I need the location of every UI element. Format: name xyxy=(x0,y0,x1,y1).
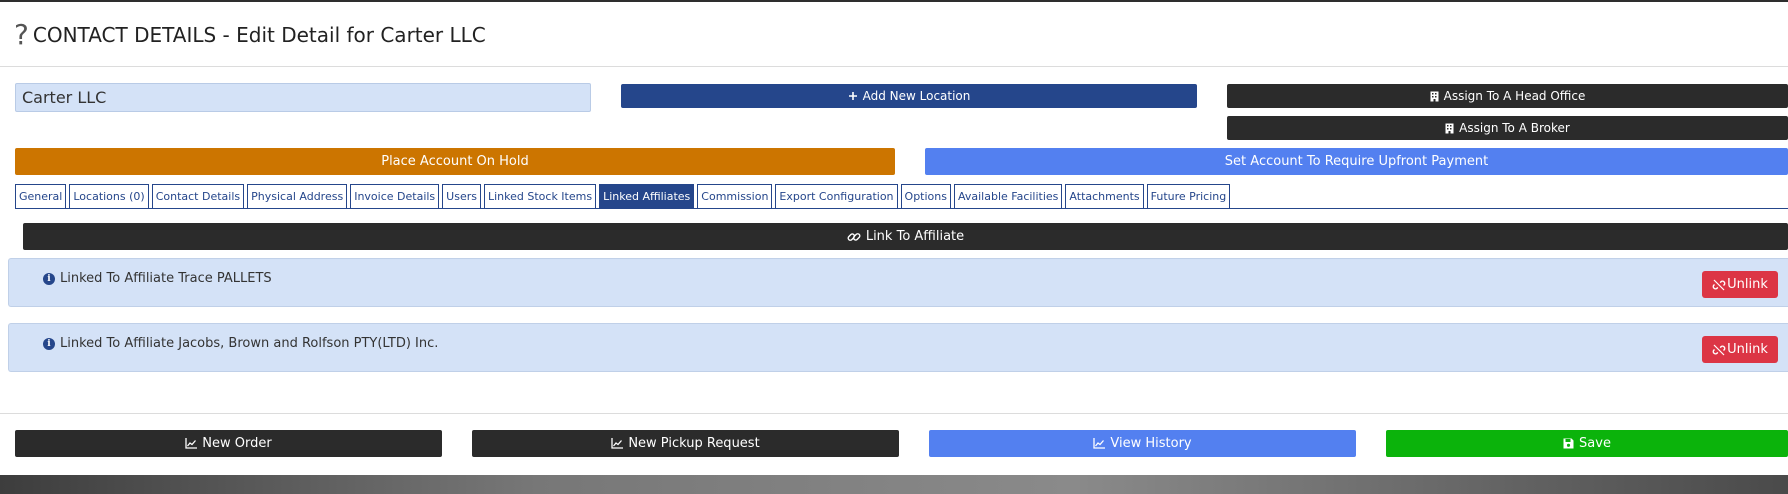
assign-broker-label: Assign To A Broker xyxy=(1459,121,1570,135)
modal-title: CONTACT DETAILS - Edit Detail for Carter… xyxy=(32,23,486,47)
new-pickup-request-label: New Pickup Request xyxy=(628,436,760,451)
info-circle-icon: i xyxy=(43,272,55,285)
unlink-icon xyxy=(1712,278,1726,292)
company-name-input[interactable] xyxy=(15,83,591,112)
new-pickup-request-button[interactable]: New Pickup Request xyxy=(472,430,899,457)
save-label: Save xyxy=(1579,436,1611,451)
link-icon xyxy=(847,230,861,244)
contact-details-modal: ? CONTACT DETAILS - Edit Detail for Cart… xyxy=(0,2,1788,475)
save-button[interactable]: Save xyxy=(1386,430,1788,457)
tab-general[interactable]: General xyxy=(15,184,67,208)
link-to-affiliate-button[interactable]: Link To Affiliate xyxy=(23,223,1788,250)
place-account-on-hold-button[interactable]: Place Account On Hold xyxy=(15,148,895,175)
new-order-label: New Order xyxy=(202,436,272,451)
building-icon xyxy=(1445,123,1454,134)
line-chart-icon xyxy=(1093,438,1106,449)
tab-bar: General Locations (0) Contact Details Ph… xyxy=(15,184,1233,208)
tab-linked-stock-items[interactable]: Linked Stock Items xyxy=(483,184,597,208)
tab-contact-details[interactable]: Contact Details xyxy=(151,184,245,208)
tab-invoice-details[interactable]: Invoice Details xyxy=(350,184,440,208)
tab-locations[interactable]: Locations (0) xyxy=(69,184,149,208)
line-chart-icon xyxy=(611,438,624,449)
require-upfront-payment-button[interactable]: Set Account To Require Upfront Payment xyxy=(925,148,1788,175)
view-history-label: View History xyxy=(1110,436,1192,451)
add-new-location-button[interactable]: Add New Location xyxy=(621,84,1197,108)
unlink-icon xyxy=(1712,343,1726,357)
assign-head-office-button[interactable]: Assign To A Head Office xyxy=(1227,84,1788,108)
modal-backdrop-bottom xyxy=(0,475,1788,494)
tab-options[interactable]: Options xyxy=(900,184,951,208)
linked-affiliate-info: i Linked To Affiliate Trace PALLETS xyxy=(43,271,272,286)
linked-affiliate-row: i Linked To Affiliate Jacobs, Brown and … xyxy=(8,323,1788,372)
view-history-button[interactable]: View History xyxy=(929,430,1356,457)
tab-export-configuration[interactable]: Export Configuration xyxy=(775,184,898,208)
linked-affiliate-row: i Linked To Affiliate Trace PALLETS Unli… xyxy=(8,258,1788,307)
assign-head-office-label: Assign To A Head Office xyxy=(1443,89,1586,103)
tab-attachments[interactable]: Attachments xyxy=(1065,184,1144,208)
tab-linked-affiliates[interactable]: Linked Affiliates xyxy=(599,184,695,208)
tab-physical-address[interactable]: Physical Address xyxy=(247,184,348,208)
unlink-label: Unlink xyxy=(1727,277,1768,292)
place-account-on-hold-label: Place Account On Hold xyxy=(381,154,529,169)
tabs-underline xyxy=(15,208,1788,209)
plus-icon xyxy=(848,91,858,101)
require-upfront-payment-label: Set Account To Require Upfront Payment xyxy=(1224,154,1489,169)
assign-broker-button[interactable]: Assign To A Broker xyxy=(1227,116,1788,140)
line-chart-icon xyxy=(185,438,198,449)
floppy-disk-icon xyxy=(1563,438,1574,449)
unlink-affiliate-button[interactable]: Unlink xyxy=(1702,271,1778,298)
tab-future-pricing[interactable]: Future Pricing xyxy=(1146,184,1231,208)
tab-users[interactable]: Users xyxy=(442,184,481,208)
tab-available-facilities[interactable]: Available Facilities xyxy=(953,184,1063,208)
linked-affiliate-text: Linked To Affiliate Trace PALLETS xyxy=(60,271,272,286)
add-new-location-label: Add New Location xyxy=(862,89,971,103)
tab-commission[interactable]: Commission xyxy=(697,184,773,208)
info-circle-icon: i xyxy=(43,337,55,350)
unlink-label: Unlink xyxy=(1727,342,1768,357)
link-to-affiliate-label: Link To Affiliate xyxy=(865,229,965,244)
help-icon[interactable]: ? xyxy=(14,21,29,49)
building-icon xyxy=(1430,91,1439,102)
header-divider xyxy=(0,66,1788,67)
linked-affiliate-text: Linked To Affiliate Jacobs, Brown and Ro… xyxy=(60,336,439,351)
modal-header: ? CONTACT DETAILS - Edit Detail for Cart… xyxy=(14,18,486,52)
linked-affiliate-info: i Linked To Affiliate Jacobs, Brown and … xyxy=(43,336,438,351)
new-order-button[interactable]: New Order xyxy=(15,430,442,457)
footer-divider xyxy=(0,413,1788,414)
unlink-affiliate-button[interactable]: Unlink xyxy=(1702,336,1778,363)
